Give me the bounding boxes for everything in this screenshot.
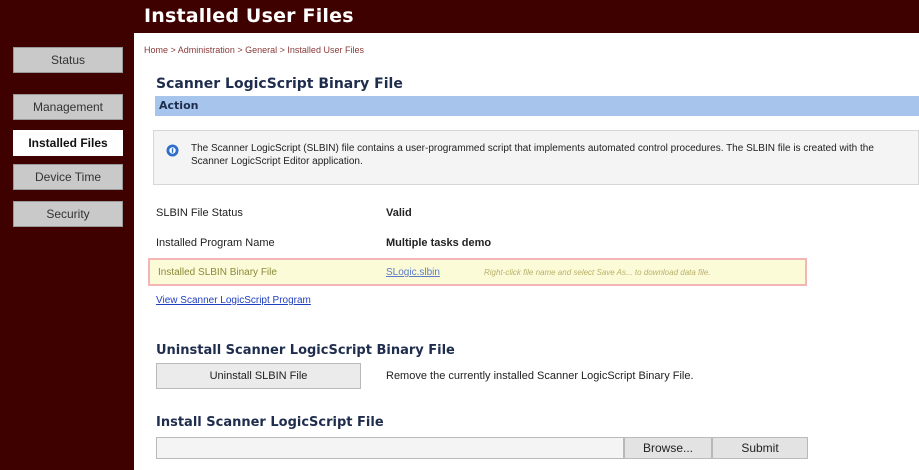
sidebar-item-security[interactable]: Security [13, 201, 123, 227]
action-bar: Action [155, 96, 919, 116]
sidebar-item-installed-files[interactable]: Installed Files [13, 130, 123, 156]
uninstall-button[interactable]: Uninstall SLBIN File [156, 363, 361, 389]
sidebar-item-device-time[interactable]: Device Time [13, 164, 123, 190]
header-title: Installed User Files [144, 5, 354, 27]
action-bar-label: Action [159, 99, 199, 112]
sidebar-item-management[interactable]: Management [13, 94, 123, 120]
submit-button[interactable]: Submit [712, 437, 808, 459]
slbin-status-label: SLBIN File Status [156, 207, 243, 219]
header-bar: Installed User Files [0, 0, 919, 33]
install-section-title: Install Scanner LogicScript File [156, 415, 384, 430]
uninstall-description: Remove the currently installed Scanner L… [386, 370, 694, 382]
binary-file-link[interactable]: SLogic.slbin [386, 267, 440, 278]
sidebar-item-status[interactable]: Status [13, 47, 123, 73]
binary-file-hint: Right-click file name and select Save As… [484, 268, 711, 277]
uninstall-section-title: Uninstall Scanner LogicScript Binary Fil… [156, 343, 455, 358]
info-text: The Scanner LogicScript (SLBIN) file con… [191, 143, 874, 167]
file-path-input[interactable] [156, 437, 624, 459]
breadcrumb: Home > Administration > General > Instal… [144, 45, 364, 55]
breadcrumb-home[interactable]: Home [144, 45, 168, 55]
binary-file-label: Installed SLBIN Binary File [158, 267, 277, 278]
breadcrumb-general[interactable]: General [245, 45, 277, 55]
breadcrumb-administration[interactable]: Administration [178, 45, 235, 55]
page-title: Scanner LogicScript Binary File [156, 76, 403, 92]
breadcrumb-separator: > [237, 45, 246, 55]
sidebar: Status Management Installed Files Device… [0, 33, 134, 470]
slbin-status-value: Valid [386, 207, 412, 219]
info-icon [166, 144, 179, 157]
program-name-label: Installed Program Name [156, 237, 275, 249]
binary-file-row: Installed SLBIN Binary File SLogic.slbin… [148, 258, 807, 286]
program-name-value: Multiple tasks demo [386, 237, 492, 249]
main-content: Home > Administration > General > Instal… [134, 33, 919, 470]
breadcrumb-current: Installed User Files [287, 45, 364, 55]
info-box: The Scanner LogicScript (SLBIN) file con… [153, 130, 919, 185]
browse-button[interactable]: Browse... [624, 437, 712, 459]
view-program-link[interactable]: View Scanner LogicScript Program [156, 295, 311, 306]
breadcrumb-separator: > [170, 45, 178, 55]
